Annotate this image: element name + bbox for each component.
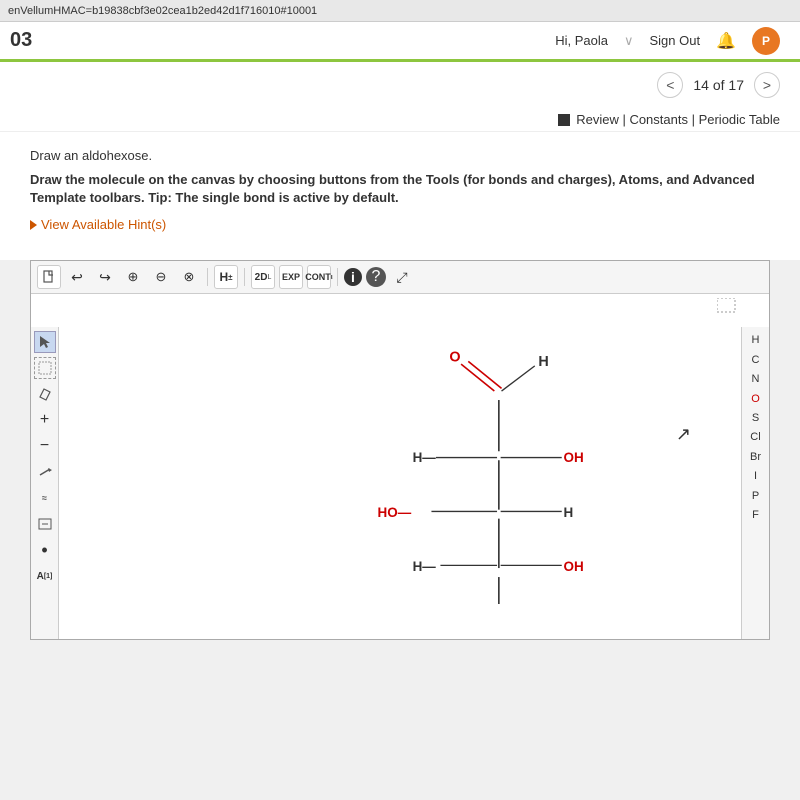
review-text[interactable]: Review | Constants | Periodic Table <box>576 112 780 127</box>
single-bond-button[interactable] <box>34 461 56 483</box>
canvas-wrapper: ↩ ↪ ⊕ ⊖ ⊗ H± 2D L EXP CONTι i ? ⤢ <box>30 260 770 640</box>
prev-button[interactable]: < <box>657 72 683 98</box>
hint-link[interactable]: View Available Hint(s) <box>30 217 770 232</box>
atom-Br[interactable]: Br <box>750 450 761 465</box>
hint-text[interactable]: View Available Hint(s) <box>41 217 166 232</box>
atom-O-label: O <box>449 350 460 366</box>
atom-N[interactable]: N <box>752 372 760 387</box>
text-tool-button[interactable] <box>34 513 56 535</box>
atom-H[interactable]: H <box>752 333 760 348</box>
review-bar: Review | Constants | Periodic Table <box>0 108 800 132</box>
atom-I[interactable]: I <box>754 469 757 484</box>
question-area: Draw an aldohexose. Draw the molecule on… <box>0 132 800 260</box>
dot-tool-button[interactable]: • <box>34 539 56 561</box>
hi-text[interactable]: Hi, Paola <box>555 33 608 48</box>
label-tool-button[interactable]: A[1] <box>34 565 56 587</box>
pagination: < 14 of 17 > <box>0 62 800 108</box>
atom-H1-label: H <box>538 354 548 370</box>
review-icon <box>558 114 570 126</box>
zoom-in-button[interactable]: ⊕ <box>121 265 145 289</box>
redo-button[interactable]: ↪ <box>93 265 117 289</box>
toolbar-separator-1 <box>207 268 208 286</box>
atom-HO3-label: HO— <box>378 505 412 520</box>
new-file-button[interactable] <box>37 265 61 289</box>
atom-H4-label: H— <box>413 559 437 574</box>
select-tool-button[interactable] <box>34 331 56 353</box>
atom-O[interactable]: O <box>751 392 760 407</box>
eraser-button[interactable]: ⊗ <box>177 265 201 289</box>
atom-C[interactable]: C <box>752 353 760 368</box>
molecule-svg: O H H— OH HO— H H— OH <box>59 294 741 604</box>
question-body: Draw the molecule on the canvas by choos… <box>30 171 770 207</box>
drawing-toolbar: ↩ ↪ ⊕ ⊖ ⊗ H± 2D L EXP CONTι i ? ⤢ <box>31 261 769 294</box>
question-title: Draw an aldohexose. <box>30 148 770 163</box>
toolbar-separator-2 <box>244 268 245 286</box>
avatar[interactable]: P <box>752 27 780 55</box>
minus-charge-button[interactable]: − <box>34 435 56 457</box>
selection-dots <box>717 298 737 314</box>
drawing-area: + − ≈ • A[1] H C N O S Cl Br I <box>31 294 769 639</box>
hint-arrow-icon <box>30 220 37 230</box>
atom-F[interactable]: F <box>752 508 759 523</box>
left-tool-panel: + − ≈ • A[1] <box>31 327 59 639</box>
zoom-out-button[interactable]: ⊖ <box>149 265 173 289</box>
expand-button[interactable]: ⤢ <box>390 265 414 289</box>
molecule-canvas[interactable]: ↗ O <box>59 294 741 604</box>
pagination-text: 14 of 17 <box>693 77 744 93</box>
bell-icon[interactable]: 🔔 <box>716 31 736 51</box>
atom-S[interactable]: S <box>752 411 759 426</box>
toolbar-separator-3 <box>337 268 338 286</box>
2d-button[interactable]: 2D L <box>251 265 275 289</box>
atom-OH4-label: OH <box>564 559 584 574</box>
next-button[interactable]: > <box>754 72 780 98</box>
url-bar: enVellumHMAC=b19838cbf3e02cea1b2ed42d1f7… <box>0 0 800 22</box>
double-bond-button[interactable]: ≈ <box>34 487 56 509</box>
atom-Cl[interactable]: Cl <box>750 430 760 445</box>
undo-button[interactable]: ↩ <box>65 265 89 289</box>
help-button[interactable]: ? <box>366 267 386 287</box>
exp-button[interactable]: EXP <box>279 265 303 289</box>
eraser-tool-button[interactable] <box>34 383 56 405</box>
atom-H2-label: H— <box>413 450 437 465</box>
atom-OH2-label: OH <box>564 450 584 465</box>
signout-link[interactable]: Sign Out <box>649 33 700 48</box>
lasso-tool-button[interactable] <box>34 357 56 379</box>
page-code: 03 <box>10 29 32 52</box>
header-right: Hi, Paola ∨ Sign Out 🔔 P <box>555 27 780 55</box>
atom-P[interactable]: P <box>752 489 759 504</box>
right-atom-panel: H C N O S Cl Br I P F <box>741 327 769 639</box>
cont-button[interactable]: CONTι <box>307 265 331 289</box>
plus-charge-button[interactable]: + <box>34 409 56 431</box>
url-text: enVellumHMAC=b19838cbf3e02cea1b2ed42d1f7… <box>8 5 317 17</box>
info-button[interactable]: i <box>344 268 362 286</box>
atom-H3-label: H <box>564 505 574 520</box>
hydrogen-button[interactable]: H± <box>214 265 238 289</box>
header: 03 Hi, Paola ∨ Sign Out 🔔 P <box>0 22 800 62</box>
